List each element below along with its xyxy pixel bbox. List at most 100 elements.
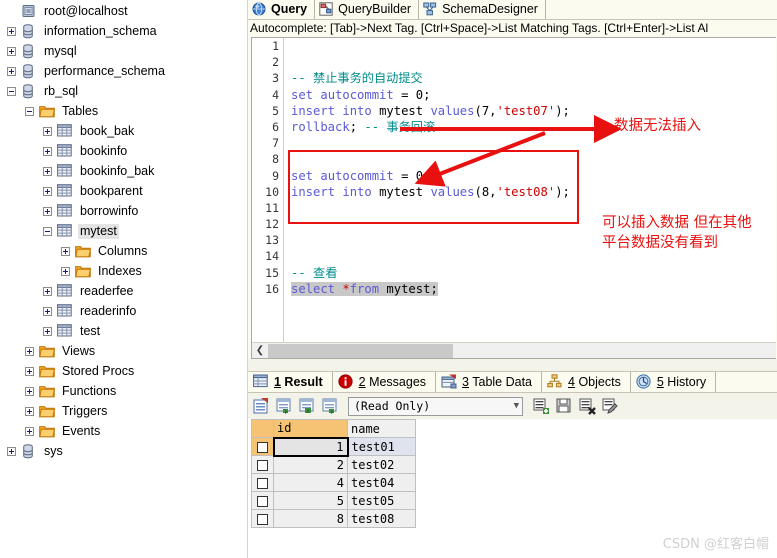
grid-cell-name[interactable]: test01 xyxy=(347,437,416,456)
result-toolbar[interactable]: (Read Only) ▼ xyxy=(248,393,777,419)
edit-row-icon[interactable] xyxy=(600,396,620,416)
expand-icon[interactable] xyxy=(43,286,52,296)
expand-icon[interactable] xyxy=(43,206,52,216)
tree-node-events[interactable]: Events xyxy=(1,421,238,441)
result-tab-messages[interactable]: 2 Messages xyxy=(333,372,437,392)
grid-cell-name[interactable]: test02 xyxy=(347,455,416,474)
delete-row-icon[interactable] xyxy=(577,396,597,416)
tree-node-indexes[interactable]: Indexes xyxy=(1,261,238,281)
row-selector-checkbox[interactable] xyxy=(251,437,274,456)
refresh-grid-icon[interactable] xyxy=(251,396,271,416)
row-selector-checkbox[interactable] xyxy=(251,455,274,474)
code-line[interactable]: insert into mytest values(7,'test07'); xyxy=(291,103,776,119)
code-line[interactable] xyxy=(291,151,776,167)
result-tab-strip[interactable]: 1 Result 2 Messages 3 Table Data 4 Objec… xyxy=(248,371,777,393)
checkbox-icon[interactable] xyxy=(257,459,268,471)
sql-code-area[interactable]: -- 禁止事务的自动提交 set autocommit = 0; insert in… xyxy=(285,38,776,358)
tree-node-functions[interactable]: Functions xyxy=(1,381,238,401)
checkbox-icon[interactable] xyxy=(256,441,268,453)
expand-icon[interactable] xyxy=(7,66,16,76)
expand-icon[interactable] xyxy=(43,126,52,136)
sql-editor[interactable]: 1 2 3 4 5 6 7 8 9 10 11 12 13 14 15 16 -- 禁止事务的自动提交 set … xyxy=(251,37,776,359)
scrollbar-thumb[interactable] xyxy=(268,343,453,358)
tree-node-stored-procs[interactable]: Stored Procs xyxy=(1,361,238,381)
expand-icon[interactable] xyxy=(43,166,52,176)
collapse-icon[interactable] xyxy=(25,106,34,116)
expand-icon[interactable] xyxy=(7,26,16,36)
export-grid-icon[interactable] xyxy=(274,396,294,416)
row-selector-checkbox[interactable] xyxy=(251,473,274,492)
code-line[interactable]: set autocommit = 0; xyxy=(291,87,776,103)
grid-cell-name[interactable]: test08 xyxy=(347,509,416,528)
editor-horizontal-scrollbar[interactable]: ❮ xyxy=(252,342,776,358)
save-icon[interactable] xyxy=(554,396,574,416)
tree-node-mysql[interactable]: mysql xyxy=(1,41,238,61)
editor-tab-strip[interactable]: Query QueryBuilder SchemaDesigner xyxy=(248,0,777,20)
grid-cell-name[interactable]: test04 xyxy=(347,473,416,492)
tree-node-mytest[interactable]: mytest xyxy=(1,221,238,241)
grid-row[interactable]: 5 test05 xyxy=(251,491,416,510)
expand-icon[interactable] xyxy=(61,246,70,256)
database-tree[interactable]: root@localhost information_schema mysql … xyxy=(0,0,239,558)
grid-row[interactable]: 8 test08 xyxy=(251,509,416,528)
code-line[interactable]: set autocommit = 0; xyxy=(291,168,776,184)
grid-cell-id[interactable]: 4 xyxy=(273,473,348,492)
transfer-grid-icon[interactable] xyxy=(320,396,340,416)
code-line[interactable] xyxy=(291,38,776,54)
result-grid[interactable]: id name 1 test01 2 test02 4 test04 5 test05 8 test… xyxy=(251,419,416,528)
code-line[interactable]: -- 禁止事务的自动提交 xyxy=(291,70,776,86)
code-line[interactable] xyxy=(291,54,776,70)
tree-node-book-bak[interactable]: book_bak xyxy=(1,121,238,141)
import-grid-icon[interactable] xyxy=(297,396,317,416)
checkbox-icon[interactable] xyxy=(257,477,268,489)
code-line[interactable] xyxy=(291,135,776,151)
code-line[interactable]: select *from mytest; xyxy=(291,281,776,297)
collapse-icon[interactable] xyxy=(43,226,52,236)
tree-node-readerfee[interactable]: readerfee xyxy=(1,281,238,301)
expand-icon[interactable] xyxy=(43,186,52,196)
checkbox-icon[interactable] xyxy=(257,495,268,507)
expand-icon[interactable] xyxy=(43,306,52,316)
grid-cell-id[interactable]: 2 xyxy=(273,455,348,474)
result-tab-result[interactable]: 1 Result xyxy=(248,372,333,392)
grid-mode-select[interactable]: (Read Only) ▼ xyxy=(348,396,523,416)
expand-icon[interactable] xyxy=(43,146,52,156)
tab-schemadesigner[interactable]: SchemaDesigner xyxy=(419,0,546,19)
expand-icon[interactable] xyxy=(61,266,70,276)
database-tree-panel[interactable]: root@localhost information_schema mysql … xyxy=(0,0,248,558)
code-line[interactable]: rollback; -- 事务回滚 xyxy=(291,119,776,135)
tree-node-sys[interactable]: sys xyxy=(1,441,238,461)
expand-icon[interactable] xyxy=(25,386,34,396)
grid-corner-cell[interactable] xyxy=(251,419,274,438)
tree-node-bookinfo[interactable]: bookinfo xyxy=(1,141,238,161)
tree-node-bookparent[interactable]: bookparent xyxy=(1,181,238,201)
tree-node-borrowinfo[interactable]: borrowinfo xyxy=(1,201,238,221)
row-selector-checkbox[interactable] xyxy=(251,509,274,528)
tree-node-tables[interactable]: Tables xyxy=(1,101,238,121)
tab-query[interactable]: Query xyxy=(248,0,316,19)
collapse-icon[interactable] xyxy=(7,86,16,96)
grid-column-header-id[interactable]: id xyxy=(273,419,348,439)
tree-node-triggers[interactable]: Triggers xyxy=(1,401,238,421)
grid-cell-id[interactable]: 1 xyxy=(272,436,349,457)
tree-node-information-schema[interactable]: information_schema xyxy=(1,21,238,41)
tree-node-views[interactable]: Views xyxy=(1,341,238,361)
tree-node-columns[interactable]: Columns xyxy=(1,241,238,261)
expand-icon[interactable] xyxy=(25,406,34,416)
expand-icon[interactable] xyxy=(25,366,34,376)
expand-icon[interactable] xyxy=(7,46,16,56)
result-tab-history[interactable]: 5 History xyxy=(631,372,717,392)
result-tab-table-data[interactable]: 3 Table Data xyxy=(436,372,543,392)
tree-node-test[interactable]: test xyxy=(1,321,238,341)
tree-node-rb-sql[interactable]: rb_sql xyxy=(1,81,238,101)
scroll-left-button[interactable]: ❮ xyxy=(252,343,268,358)
grid-column-header-name[interactable]: name xyxy=(347,419,416,438)
expand-icon[interactable] xyxy=(7,446,16,456)
tree-node-bookinfo-bak[interactable]: bookinfo_bak xyxy=(1,161,238,181)
result-grid-body[interactable]: 1 test01 2 test02 4 test04 5 test05 8 test08 xyxy=(251,436,416,528)
tree-node-readerinfo[interactable]: readerinfo xyxy=(1,301,238,321)
grid-cell-name[interactable]: test05 xyxy=(347,491,416,510)
grid-row[interactable]: 4 test04 xyxy=(251,473,416,492)
code-line[interactable]: -- 查看 xyxy=(291,265,776,281)
expand-icon[interactable] xyxy=(25,346,34,356)
